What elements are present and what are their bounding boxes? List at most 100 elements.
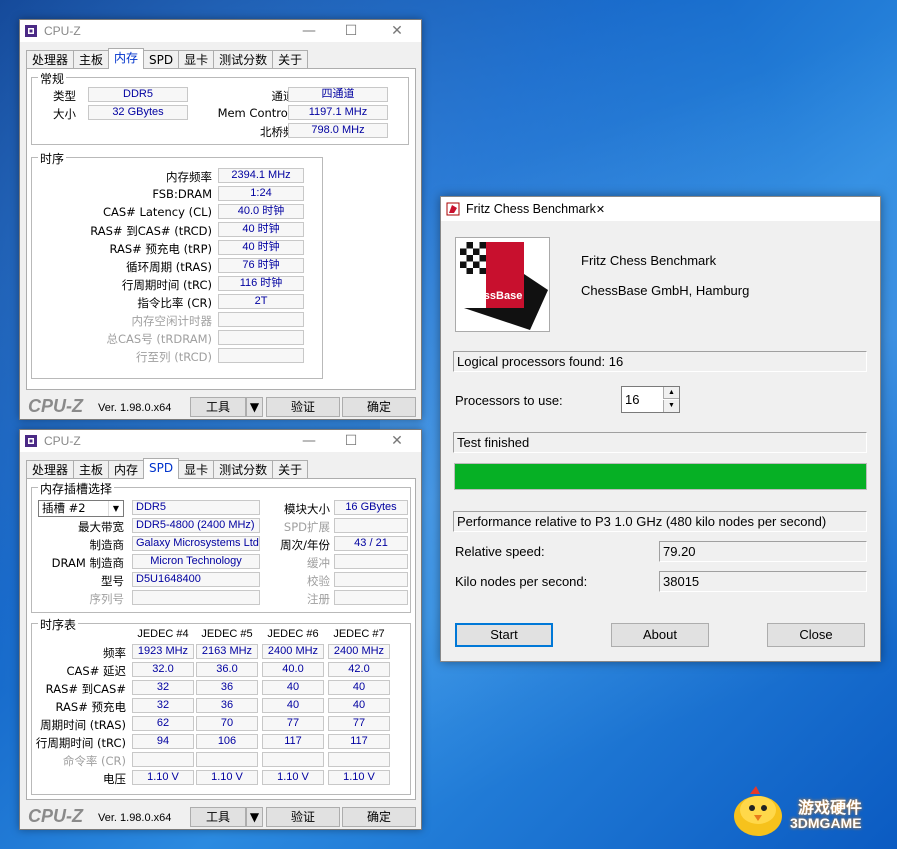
timing-label: 行至列 (tRCD) [136,350,212,364]
module-size-label: 模块大小 [284,502,330,516]
tab-graphics[interactable]: 显卡 [178,50,215,69]
table-cell: 1.10 V [196,770,258,785]
part-number-value: D5U1648400 [132,572,260,587]
fritz-window-title: Fritz Chess Benchmark [466,202,596,216]
tab-spd[interactable]: SPD [143,458,180,479]
mem-controller-value: 1197.1 MHz [288,105,388,120]
tab-cpu[interactable]: 处理器 [26,50,75,69]
registered-label: 注册 [307,592,330,606]
kilo-nodes-label: Kilo nodes per second: [455,574,588,589]
table-cell: 1.10 V [262,770,324,785]
dram-manufacturer-label: DRAM 制造商 [51,556,124,570]
table-cell: 1.10 V [132,770,194,785]
table-cell: 77 [328,716,390,731]
buffer-value [334,554,408,569]
dram-manufacturer-value: Micron Technology [132,554,260,569]
table-cell: 32 [132,680,194,695]
cpuz-titlebar[interactable]: CPU-Z — ☐ ✕ [20,430,421,452]
processors-value[interactable]: 16 [625,392,639,407]
table-cell [328,752,390,767]
table-cell: 2163 MHz [196,644,258,659]
table-cell: 36 [196,680,258,695]
tab-about[interactable]: 关于 [272,50,309,69]
minimize-button[interactable]: — [286,430,332,452]
table-row-label: 电压 [103,772,126,786]
cpuz-titlebar[interactable]: CPU-Z — ☐ ✕ [20,20,421,42]
tools-button[interactable]: 工具 [190,397,246,417]
timing-label: 内存频率 [166,170,212,184]
version-text: Ver. 1.98.0.x64 [98,812,172,824]
tab-bench[interactable]: 测试分数 [213,460,274,479]
serial-label: 序列号 [89,592,125,606]
channels-value: 四通道 [288,87,388,102]
timing-title: 时序 [38,150,67,167]
module-size-value: 16 GBytes [334,500,408,515]
column-header: JEDEC #7 [333,628,385,640]
tools-dropdown-button[interactable]: ▼ [246,397,263,417]
table-row-label: RAS# 预充电 [55,700,126,714]
validate-button[interactable]: 验证 [266,807,340,827]
timing-value: 76 时钟 [218,258,304,273]
table-cell: 36.0 [196,662,258,677]
spin-down-icon[interactable]: ▼ [663,400,679,412]
table-cell: 2400 MHz [262,644,324,659]
tab-cpu[interactable]: 处理器 [26,460,75,479]
type-value: DDR5 [88,87,188,102]
spd-ext-label: SPD扩展 [283,520,330,534]
nb-freq-value: 798.0 MHz [288,123,388,138]
close-button[interactable]: ✕ [596,203,632,216]
kilo-nodes-value: 38015 [659,571,867,592]
table-row-label: RAS# 到CAS# [45,682,126,696]
version-text: Ver. 1.98.0.x64 [98,402,172,414]
tab-bench[interactable]: 测试分数 [213,50,274,69]
general-title: 常规 [38,70,67,87]
table-cell: 117 [262,734,324,749]
manufacturer-label: 制造商 [89,538,125,552]
tab-strip: 处理器 主板 内存 SPD 显卡 测试分数 关于 [26,48,309,69]
validate-button[interactable]: 验证 [266,397,340,417]
chessbase-logo-graphic: ChessBase [456,238,549,331]
spd-type-value: DDR5 [132,500,260,515]
tab-about[interactable]: 关于 [272,460,309,479]
status-field: Test finished [453,432,867,453]
timing-label: CAS# Latency (CL) [102,205,212,219]
start-button[interactable]: Start [455,623,553,647]
timing-label: 指令比率 (CR) [137,296,212,310]
table-cell: 42.0 [328,662,390,677]
tools-dropdown-button[interactable]: ▼ [246,807,263,827]
timing-value [218,348,304,363]
table-cell: 32.0 [132,662,194,677]
about-button[interactable]: About [611,623,709,647]
tab-memory[interactable]: 内存 [108,460,145,479]
watermark: 游戏硬件 3DMGAME [728,782,888,842]
progress-fill [455,464,866,489]
cpuz-logo: CPU-Z [28,396,83,416]
table-row-label: 周期时间 (tRAS) [40,718,126,732]
close-button[interactable]: ✕ [374,430,420,452]
tab-memory[interactable]: 内存 [108,48,145,69]
table-row-label: 频率 [103,646,126,660]
maximize-button[interactable]: ☐ [328,430,374,452]
processors-spinner[interactable]: 16 ▲ ▼ [621,386,680,413]
spd-panel: 内存插槽选择 插槽 #2 ▼ DDR5 模块大小 16 GBytes 最大带宽 … [26,478,416,800]
minimize-button[interactable]: — [286,20,332,42]
fritz-titlebar[interactable]: Fritz Chess Benchmark ✕ [441,197,880,221]
timing-value: 40 时钟 [218,222,304,237]
spin-up-icon[interactable]: ▲ [663,387,679,399]
week-year-value: 43 / 21 [334,536,408,551]
close-button[interactable]: Close [767,623,865,647]
tab-mainboard[interactable]: 主板 [73,460,110,479]
ok-button[interactable]: 确定 [342,807,416,827]
tools-button[interactable]: 工具 [190,807,246,827]
ok-button[interactable]: 确定 [342,397,416,417]
logo-text: ChessBase [463,290,522,302]
tab-spd[interactable]: SPD [143,50,180,69]
close-button[interactable]: ✕ [374,20,420,42]
slot-select[interactable]: 插槽 #2 ▼ [38,500,124,517]
general-group: 常规 类型 DDR5 大小 32 GBytes 通道数 四通道 Mem Cont… [31,70,409,145]
table-cell [132,752,194,767]
table-cell: 40 [262,698,324,713]
tab-graphics[interactable]: 显卡 [178,460,215,479]
tab-mainboard[interactable]: 主板 [73,50,110,69]
maximize-button[interactable]: ☐ [328,20,374,42]
